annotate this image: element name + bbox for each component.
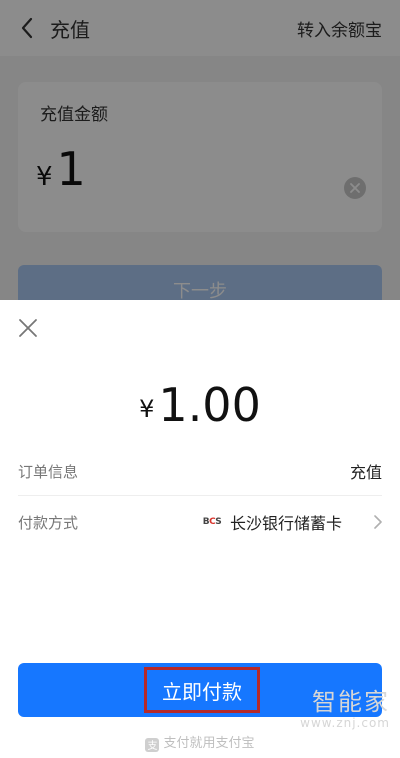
order-info-row: 订单信息 充值 — [18, 445, 382, 497]
payment-amount: ¥1.00 — [0, 378, 400, 432]
order-info-value: 充值 — [349, 463, 382, 482]
payment-currency: ¥ — [139, 395, 155, 423]
chevron-right-icon — [374, 515, 382, 529]
modal-overlay[interactable] — [0, 0, 400, 300]
payment-method-row[interactable]: 付款方式 BCS 长沙银行储蓄卡 — [18, 496, 382, 548]
payment-amount-value: 1.00 — [158, 378, 261, 432]
alipay-logo-icon: 支 — [145, 737, 160, 752]
bank-card-name: 长沙银行储蓄卡 — [229, 514, 342, 533]
close-icon — [19, 319, 37, 337]
payment-sheet: ¥1.00 订单信息 充值 付款方式 BCS 长沙银行储蓄卡 立即付款 智能家 … — [0, 300, 400, 758]
payment-method-value: BCS 长沙银行储蓄卡 — [200, 510, 382, 534]
watermark: 智能家 www.znj.com — [300, 688, 390, 730]
footer-text: 支付就用支付宝 — [163, 736, 255, 751]
pay-now-label: 立即付款 — [144, 667, 260, 713]
alipay-footer: 支支付就用支付宝 — [0, 732, 400, 752]
payment-method-label: 付款方式 — [18, 513, 79, 532]
order-info-label: 订单信息 — [18, 462, 79, 481]
bank-logo-icon: BCS — [202, 517, 222, 527]
close-button[interactable] — [16, 316, 40, 340]
